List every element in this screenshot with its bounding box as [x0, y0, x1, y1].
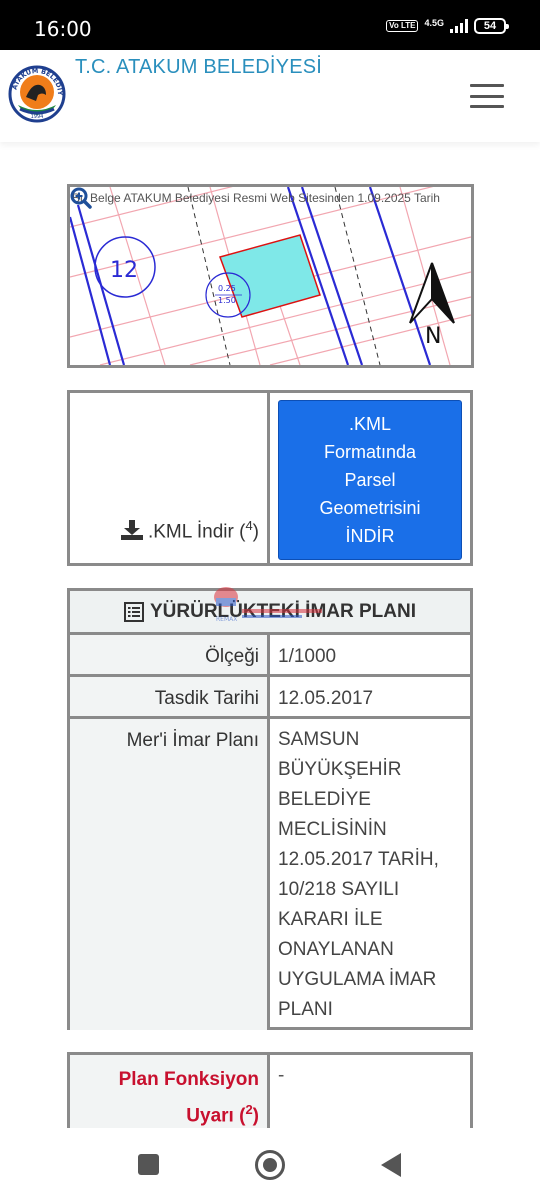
table-row: Mer'i İmar Planı SAMSUN BÜYÜKŞEHİR BELED… [70, 719, 470, 1030]
row-value: SAMSUN BÜYÜKŞEHİR BELEDİYE MECLİSİNİN 12… [278, 729, 439, 1020]
battery-icon: 54 [474, 18, 509, 34]
kml-download-button[interactable]: .KML Formatında Parsel Geometrisini İNDİ… [278, 400, 462, 560]
svg-text:0.25: 0.25 [218, 284, 236, 293]
list-icon [124, 601, 144, 622]
row-key: Mer'i İmar Planı [70, 719, 270, 1030]
recent-apps-button[interactable] [138, 1154, 159, 1175]
kml-download-label: .KML İndir (4) [147, 517, 259, 542]
table-row: Tasdik Tarihi 12.05.2017 [70, 677, 470, 719]
hamburger-icon [470, 84, 504, 87]
kml-label-cell: .KML İndir (4) [70, 393, 270, 563]
site-title[interactable]: T.C. ATAKUM BELEDİYESİ [75, 56, 322, 79]
warning-key: Plan Fonksiyon Uyarı (2) [70, 1055, 270, 1132]
map-caption: Bu Belge ATAKUM Belediyesi Resmi Web Sit… [72, 191, 440, 205]
signal-icon [450, 19, 468, 33]
kml-button-cell: .KML Formatında Parsel Geometrisini İNDİ… [270, 393, 470, 563]
block-label: 12 [110, 258, 138, 283]
status-bar: 16:00 Vo LTE 4.5G 54 [0, 0, 540, 50]
logo-year: 1994 [31, 114, 44, 120]
plan-function-warning-row: Plan Fonksiyon Uyarı (2) - [67, 1052, 473, 1132]
north-label: N [425, 324, 441, 349]
map-drawing: 12 0.25 1.50 N [70, 187, 471, 365]
plan-heading: YÜRÜRLÜKTEKİ İMAR PLANI [70, 591, 470, 635]
zoning-plan-table: YÜRÜRLÜKTEKİ İMAR PLANI Ölçeği 1/1000 Ta… [67, 588, 473, 1030]
parcel-map[interactable]: 12 0.25 1.50 N Bu Belge ATAKUM Belediyes… [67, 184, 474, 368]
network-type: 4.5G [424, 17, 444, 28]
zoom-in-icon[interactable] [70, 187, 92, 209]
status-time: 16:00 [34, 17, 92, 41]
svg-text:1.50: 1.50 [218, 296, 236, 305]
site-header: ATAKUM BELEDİYESİ 1994 T.C. ATAKUM BELED… [0, 50, 540, 142]
kml-download-section: .KML İndir (4) .KML Formatında Parsel Ge… [67, 390, 473, 566]
plan-heading-text: YÜRÜRLÜKTEKİ İMAR PLANI [150, 600, 416, 622]
back-button[interactable] [381, 1153, 401, 1177]
hamburger-menu-button[interactable] [470, 84, 504, 108]
home-button[interactable] [255, 1150, 285, 1180]
row-value: 12.05.2017 [278, 688, 374, 709]
municipality-logo[interactable]: ATAKUM BELEDİYESİ 1994 [8, 65, 66, 123]
status-icons: Vo LTE 4.5G 54 [386, 17, 509, 34]
row-key: Ölçeği [70, 635, 270, 674]
battery-level: 54 [483, 20, 497, 32]
table-row: Ölçeği 1/1000 [70, 635, 470, 677]
volte-icon: Vo LTE [386, 20, 419, 32]
download-icon [120, 520, 143, 541]
android-nav-bar [0, 1128, 540, 1200]
warning-value: - [278, 1065, 285, 1086]
row-value: 1/1000 [278, 646, 337, 667]
row-key: Tasdik Tarihi [70, 677, 270, 716]
